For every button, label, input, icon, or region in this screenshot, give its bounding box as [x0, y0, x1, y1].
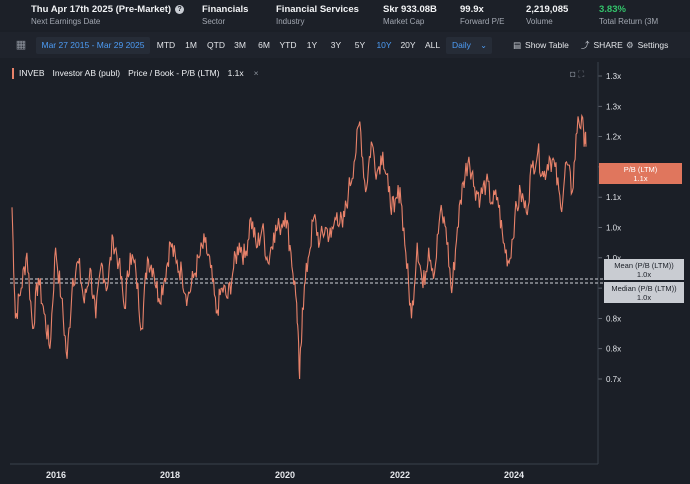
expand-icon[interactable]: ⛶ — [578, 69, 584, 79]
chart-legend: INVEB Investor AB (publ) Price / Book - P/… — [12, 66, 267, 80]
median-tag-title: Median (P/B (LTM)) — [611, 284, 677, 293]
y-tick-label: 0.8x — [606, 314, 621, 323]
x-tick-label: 2016 — [46, 470, 66, 480]
median-tag: Median (P/B (LTM)) 1.0x — [604, 282, 684, 303]
legend-company: Investor AB (publ) — [52, 68, 121, 78]
y-tick-label: 1.0x — [606, 224, 621, 233]
camera-icon[interactable]: ◘ — [570, 69, 575, 79]
y-tick-label: 0.8x — [606, 345, 621, 354]
x-tick-label: 2020 — [275, 470, 295, 480]
x-axis: 2016 2018 2020 2022 2024 — [46, 470, 524, 480]
x-tick-label: 2018 — [160, 470, 180, 480]
legend-ticker: INVEB — [19, 68, 45, 78]
close-icon[interactable]: × — [254, 68, 259, 78]
x-tick-label: 2024 — [504, 470, 524, 480]
series-swatch — [12, 68, 14, 80]
x-tick-label: 2022 — [390, 470, 410, 480]
median-tag-value: 1.0x — [636, 293, 652, 302]
mean-tag: Mean (P/B (LTM)) 1.0x — [604, 259, 684, 280]
series-line-pb[interactable] — [11, 113, 587, 380]
chart-corner-icons: ◘ ⛶ — [570, 69, 584, 80]
y-tick-label: 0.7x — [606, 375, 621, 384]
current-tag-title: P/B (LTM) — [623, 165, 658, 174]
y-tick-label: 1.3x — [606, 102, 621, 111]
mean-tag-value: 1.0x — [636, 270, 652, 279]
current-tag-value: 1.1x — [633, 174, 648, 183]
legend-value: 1.1x — [227, 68, 244, 78]
mean-tag-title: Mean (P/B (LTM)) — [614, 261, 674, 270]
y-axis: 1.3x1.3x1.2x1.1x1.1x1.0x1.0x0.9x0.8x0.8x… — [606, 72, 621, 384]
legend-metric: Price / Book - P/B (LTM) — [128, 68, 220, 78]
y-tick-label: 1.3x — [606, 72, 621, 81]
current-value-tag: P/B (LTM) 1.1x — [599, 163, 682, 184]
y-tick-label: 1.1x — [606, 193, 621, 202]
y-tick-label: 1.2x — [606, 133, 621, 142]
